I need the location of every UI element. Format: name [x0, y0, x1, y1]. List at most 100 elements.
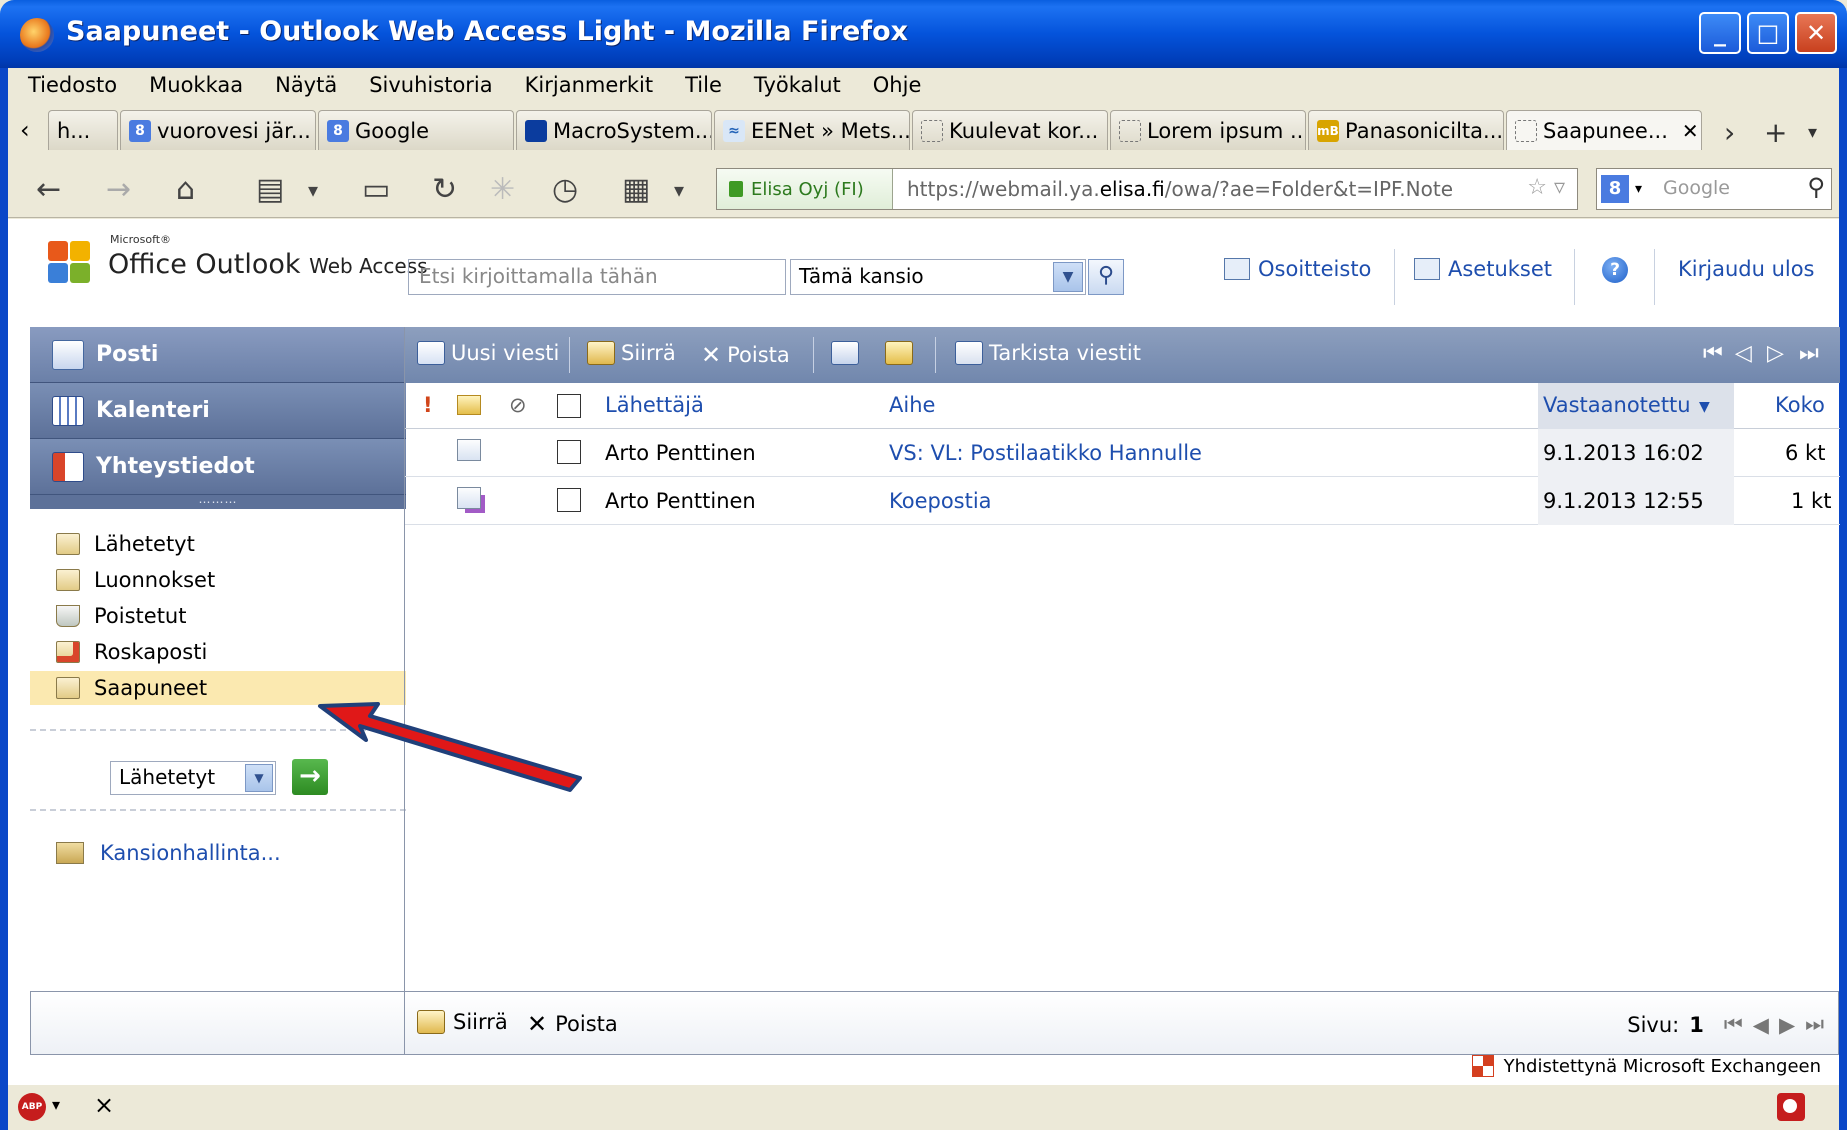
- search-scope-select[interactable]: Tämä kansio ▼: [790, 259, 1086, 295]
- menu-item-view[interactable]: Näytä: [275, 73, 337, 97]
- reload-icon[interactable]: ↻: [432, 172, 457, 207]
- menu-item-tools[interactable]: Työkalut: [754, 73, 841, 97]
- message-subject-link[interactable]: Koepostia: [889, 489, 992, 513]
- chevron-down-icon[interactable]: ▼: [1053, 262, 1083, 292]
- help-link[interactable]: ?: [1602, 257, 1628, 283]
- minimize-button[interactable]: _: [1699, 12, 1741, 54]
- previous-page-icon[interactable]: ◁: [1735, 341, 1754, 366]
- search-icon[interactable]: ⚲: [1807, 173, 1825, 201]
- new-tab-icon[interactable]: +: [1764, 116, 1787, 149]
- logout-link[interactable]: Kirjaudu ulos: [1678, 257, 1815, 281]
- address-book-link[interactable]: Osoitteisto: [1224, 257, 1371, 281]
- delete-button[interactable]: ✕ Poista: [701, 341, 790, 369]
- tab-0[interactable]: h...: [48, 110, 118, 150]
- url-text[interactable]: https://webmail.ya.elisa.fi/owa/?ae=Fold…: [907, 177, 1453, 201]
- select-all-checkbox[interactable]: [557, 394, 581, 423]
- maximize-button[interactable]: □: [1747, 12, 1789, 54]
- tab-8-active[interactable]: Saapunee... ✕: [1506, 110, 1702, 150]
- menu-item-history[interactable]: Sivuhistoria: [369, 73, 492, 97]
- mark-unread-button[interactable]: [885, 341, 913, 365]
- reply-button[interactable]: [831, 341, 859, 365]
- mail-search-input[interactable]: Etsi kirjoittamalla tähän: [408, 259, 786, 295]
- search-button[interactable]: ⚲: [1088, 259, 1124, 295]
- tab-2[interactable]: 8 Google: [318, 110, 514, 150]
- sort-descending-icon[interactable]: ▼: [1699, 399, 1710, 415]
- menu-item-tile[interactable]: Tile: [685, 73, 722, 97]
- page-icon[interactable]: ▤: [256, 172, 284, 207]
- message-checkbox[interactable]: [557, 488, 581, 517]
- close-window-button[interactable]: ✕: [1795, 12, 1837, 54]
- annotation-arrow: [318, 702, 582, 792]
- envelope-icon[interactable]: [457, 395, 481, 415]
- web-search-box[interactable]: 8 ▾ Google ⚲: [1596, 168, 1832, 210]
- size-column-header[interactable]: Koko: [1775, 393, 1825, 417]
- subject-column-header[interactable]: Aihe: [889, 393, 935, 417]
- move-button[interactable]: Siirrä: [587, 341, 676, 365]
- message-row[interactable]: Arto Penttinen Koepostia 9.1.2013 12:55 …: [405, 477, 1840, 525]
- tab-7[interactable]: mB Panasonicilta...: [1308, 110, 1504, 150]
- divider: [1394, 249, 1395, 305]
- window-icon[interactable]: ▭: [362, 172, 390, 207]
- message-checkbox[interactable]: [557, 440, 581, 469]
- tab-1[interactable]: 8 vuorovesi jär...: [120, 110, 316, 150]
- first-page-icon[interactable]: ⏮: [1703, 341, 1725, 366]
- message-row[interactable]: Arto Penttinen VS: VL: Postilaatikko Han…: [405, 429, 1840, 477]
- bookmark-star-icon[interactable]: ☆ ▿: [1527, 175, 1565, 200]
- folder-drafts[interactable]: Luonnokset: [30, 563, 406, 597]
- tab-list-icon[interactable]: ▾: [1808, 122, 1817, 143]
- last-page-icon[interactable]: ⏭: [1799, 341, 1821, 366]
- dropdown-icon[interactable]: ▾: [674, 178, 684, 202]
- back-icon[interactable]: ←: [36, 172, 61, 207]
- url-bar[interactable]: Elisa Oyj (FI) https://webmail.ya.elisa.…: [716, 168, 1578, 210]
- menu-item-help[interactable]: Ohje: [873, 73, 922, 97]
- bottom-delete-button[interactable]: ✕ Poista: [527, 1010, 618, 1038]
- close-icon[interactable]: ×: [94, 1091, 114, 1119]
- importance-column-header[interactable]: !: [423, 393, 433, 417]
- new-message-button[interactable]: Uusi viesti: [417, 341, 559, 365]
- nav-mail-button[interactable]: Posti: [30, 327, 406, 383]
- folder-deleted[interactable]: Poistetut: [30, 599, 406, 633]
- menu-item-edit[interactable]: Muokkaa: [149, 73, 243, 97]
- folder-management-link[interactable]: Kansionhallinta...: [56, 841, 281, 865]
- previous-page-icon[interactable]: ◀: [1753, 1013, 1769, 1037]
- tab-bar: ‹ h... 8 vuorovesi jär... 8 Google Macro…: [8, 108, 1839, 152]
- options-link[interactable]: Asetukset: [1414, 257, 1552, 281]
- folder-junk[interactable]: Roskaposti: [30, 635, 406, 669]
- from-column-header[interactable]: Lähettäjä: [605, 393, 704, 417]
- next-page-icon[interactable]: ▷: [1767, 341, 1786, 366]
- dropdown-icon[interactable]: ▾: [52, 1095, 60, 1114]
- nav-calendar-button[interactable]: Kalenteri: [30, 383, 406, 439]
- adblock-icon[interactable]: ABP: [18, 1093, 46, 1121]
- menu-item-file[interactable]: Tiedosto: [28, 73, 117, 97]
- move-folder-select[interactable]: Lähetetyt ▼: [110, 761, 276, 795]
- close-tab-icon[interactable]: ✕: [1682, 119, 1699, 143]
- dropdown-icon[interactable]: ▾: [1635, 181, 1642, 197]
- resize-grip[interactable]: ………: [30, 493, 406, 509]
- site-identity[interactable]: Elisa Oyj (FI): [717, 169, 893, 209]
- next-page-icon[interactable]: ▶: [1779, 1013, 1795, 1037]
- record-icon[interactable]: [1777, 1093, 1805, 1121]
- chevron-down-icon[interactable]: ▼: [245, 764, 273, 792]
- dropdown-icon[interactable]: ▾: [308, 178, 318, 202]
- bottom-move-button[interactable]: Siirrä: [417, 1010, 508, 1034]
- tab-3[interactable]: MacroSystem...: [516, 110, 712, 150]
- stop-icon[interactable]: ✳: [490, 172, 515, 207]
- folder-sent[interactable]: Lähetetyt: [30, 527, 406, 561]
- tab-4[interactable]: ≈ EENet » Mets...: [714, 110, 910, 150]
- tab-scroll-right-icon[interactable]: ›: [1724, 116, 1735, 149]
- check-messages-button[interactable]: Tarkista viestit: [955, 341, 1141, 365]
- last-page-icon[interactable]: ⏭: [1805, 1012, 1824, 1037]
- tab-5[interactable]: Kuulevat kor...: [912, 110, 1108, 150]
- forward-icon[interactable]: →: [106, 172, 131, 207]
- nav-contacts-button[interactable]: Yhteystiedot: [30, 439, 406, 495]
- message-subject-link[interactable]: VS: VL: Postilaatikko Hannulle: [889, 441, 1202, 465]
- first-page-icon[interactable]: ⏮: [1724, 1012, 1743, 1037]
- received-column-header[interactable]: Vastaanotettu: [1543, 393, 1691, 417]
- history-icon[interactable]: ◷: [552, 172, 578, 207]
- tab-6[interactable]: Lorem ipsum ...: [1110, 110, 1306, 150]
- grid-icon[interactable]: ▦: [622, 172, 650, 207]
- home-icon[interactable]: ⌂: [176, 172, 195, 207]
- attachment-icon[interactable]: ⊘: [509, 393, 527, 417]
- tab-scroll-left-icon[interactable]: ‹: [20, 116, 30, 144]
- menu-item-bookmarks[interactable]: Kirjanmerkit: [525, 73, 654, 97]
